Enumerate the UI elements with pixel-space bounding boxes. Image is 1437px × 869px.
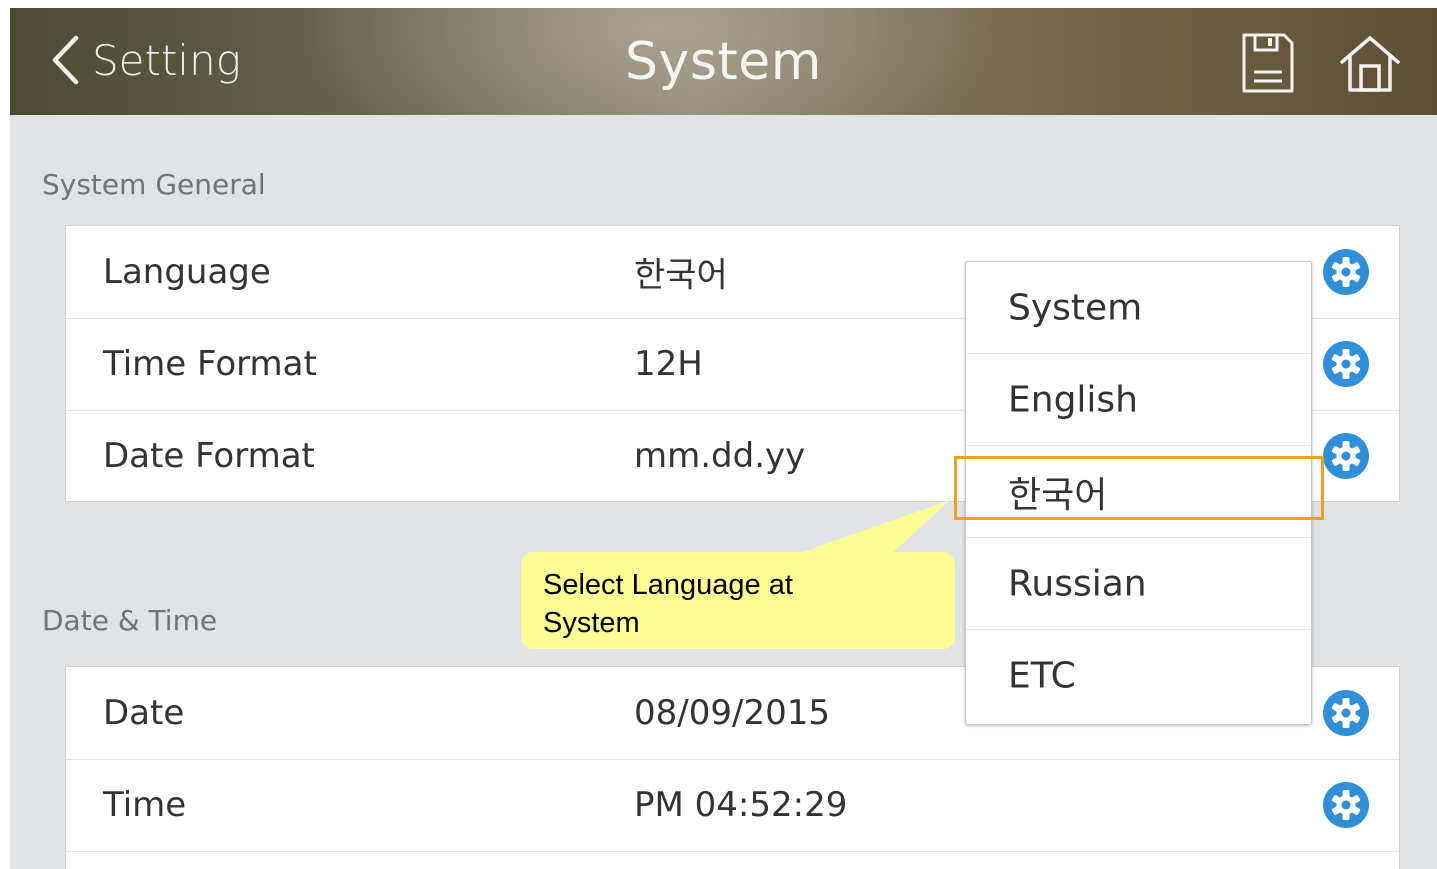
time-label: Time <box>103 785 187 825</box>
date-label: Date <box>103 693 185 733</box>
date-value: 08/09/2015 <box>634 693 830 733</box>
option-label: System <box>1008 287 1143 328</box>
language-value: 한국어 <box>634 255 728 296</box>
selection-highlight-box <box>954 456 1324 520</box>
time-format-label: Time Format <box>103 344 317 384</box>
language-option-russian[interactable]: Russian <box>966 538 1311 630</box>
callout-text-line2: System <box>543 607 640 639</box>
gear-icon[interactable] <box>1322 432 1370 480</box>
time-value: PM 04:52:29 <box>634 785 848 825</box>
gear-icon[interactable] <box>1322 689 1370 737</box>
time-format-value: 12H <box>634 344 703 384</box>
language-option-english[interactable]: English <box>966 354 1311 446</box>
language-label: Language <box>103 252 271 292</box>
settings-screen: Setting System System General Language 한… <box>10 8 1437 869</box>
gear-icon[interactable] <box>1322 248 1370 296</box>
date-format-label: Date Format <box>103 436 315 476</box>
date-format-value: mm.dd.yy <box>634 436 806 476</box>
time-row[interactable]: Time PM 04:52:29 <box>66 759 1399 852</box>
callout-text-line1: Select Language at <box>543 569 793 601</box>
gear-icon[interactable] <box>1322 340 1370 388</box>
option-label: English <box>1008 379 1138 420</box>
callout-pointer <box>780 500 950 560</box>
app-header: Setting System <box>10 8 1437 115</box>
language-option-etc[interactable]: ETC <box>966 630 1311 722</box>
home-icon[interactable] <box>1338 32 1402 94</box>
section-title-date-time: Date & Time <box>42 604 218 637</box>
option-label: ETC <box>1008 655 1076 697</box>
annotation-callout: Select Language at System <box>521 552 955 649</box>
option-label: Russian <box>1008 563 1147 604</box>
save-disk-icon[interactable] <box>1238 32 1296 94</box>
section-title-system-general: System General <box>42 168 266 201</box>
page-title: System <box>625 32 822 92</box>
gear-icon[interactable] <box>1322 781 1370 829</box>
language-option-system[interactable]: System <box>966 262 1311 354</box>
